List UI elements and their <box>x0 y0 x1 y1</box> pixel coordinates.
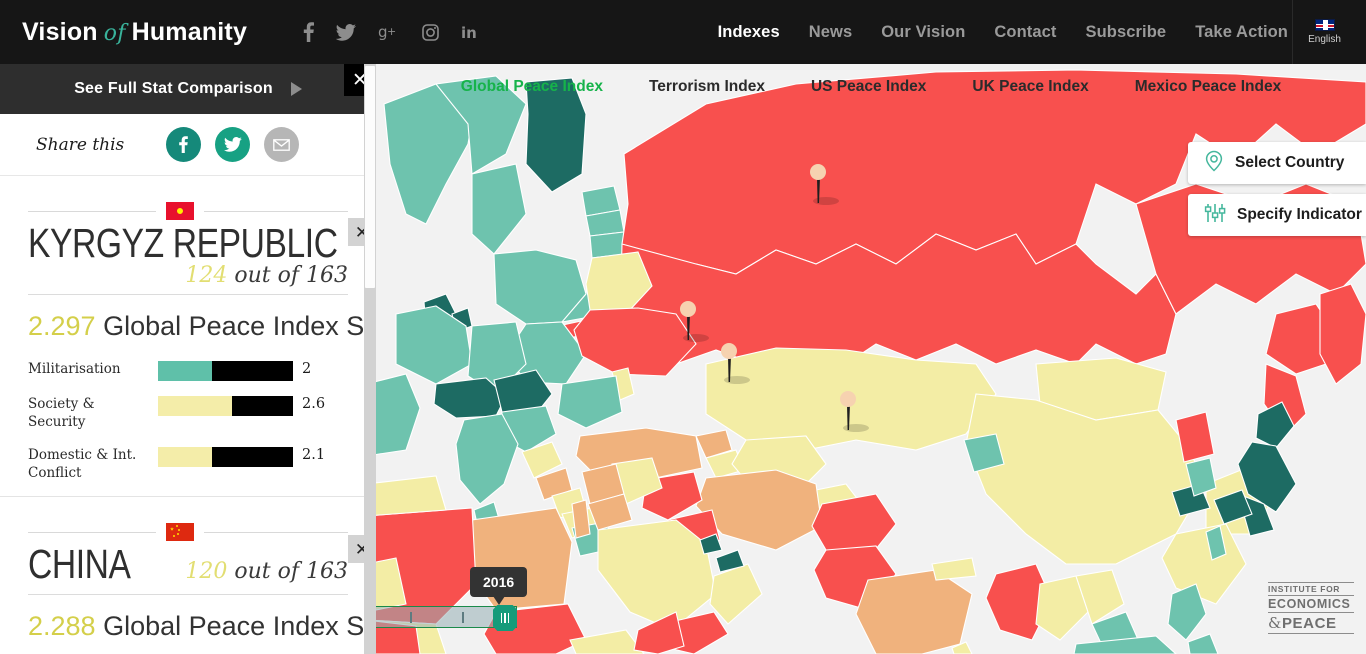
nav-contact[interactable]: Contact <box>994 23 1056 42</box>
country-score: 2.288 Global Peace Index Score <box>28 611 376 642</box>
country-card: ✕ CHINA 120 out of 163 2.288 Global Peac… <box>0 523 376 642</box>
panel-scrollbar[interactable] <box>364 64 376 654</box>
select-country-label: Select Country <box>1235 154 1345 171</box>
score-value: 2.297 <box>28 311 96 342</box>
main-menu: Indexes News Our Vision Contact Subscrib… <box>718 0 1288 64</box>
location-pin-icon <box>1204 150 1224 177</box>
divider-line <box>28 531 156 533</box>
select-country-button[interactable]: Select Country <box>1188 142 1366 184</box>
map-side-controls: Select Country Specify Indicator <box>1188 142 1366 246</box>
tab-uk-peace-index[interactable]: UK Peace Index <box>949 78 1111 96</box>
page-root: Global Peace Index Terrorism Index US Pe… <box>0 0 1366 654</box>
share-twitter-button[interactable] <box>215 127 250 162</box>
iep-amp: & <box>1268 614 1282 632</box>
share-email-button[interactable] <box>264 127 299 162</box>
metric-bar <box>158 361 293 382</box>
china-flag-icon <box>166 523 194 542</box>
metric-value: 2.6 <box>302 396 326 413</box>
share-label: Share this <box>36 134 125 155</box>
stat-comparison-bar[interactable]: See Full Stat Comparison ✕ <box>0 64 376 114</box>
googleplus-icon[interactable]: g + <box>378 24 400 40</box>
social-links: g + in <box>303 22 479 42</box>
kyrgyzstan-flag-icon <box>166 202 194 220</box>
timeline-tick <box>462 612 464 623</box>
rank-suffix: out of 163 <box>234 559 348 585</box>
score-value: 2.288 <box>28 611 96 642</box>
sliders-icon <box>1204 202 1226 229</box>
tab-mexico-peace-index[interactable]: Mexico Peace Index <box>1112 78 1304 96</box>
uk-flag-icon <box>1314 19 1335 31</box>
svg-text:+: + <box>387 25 396 38</box>
nav-subscribe[interactable]: Subscribe <box>1086 23 1167 42</box>
brand-of: of <box>103 20 126 46</box>
specify-indicator-button[interactable]: Specify Indicator <box>1188 194 1366 236</box>
country-score: 2.297 Global Peace Index Score <box>28 311 376 342</box>
timeline-handle[interactable] <box>493 605 517 631</box>
share-row: Share this <box>0 114 376 176</box>
iep-logo: INSTITUTE FOR ECONOMICS &PEACE <box>1268 582 1354 634</box>
flag-divider <box>28 523 348 542</box>
svg-text:in: in <box>461 24 477 41</box>
handle-grip <box>507 613 510 623</box>
play-arrow-icon <box>290 82 302 96</box>
nav-our-vision[interactable]: Our Vision <box>881 23 965 42</box>
specify-indicator-label: Specify Indicator <box>1237 206 1362 223</box>
instagram-icon[interactable] <box>422 23 439 41</box>
country-title-block: CHINA 120 out of 163 <box>28 541 348 596</box>
metric-bar <box>158 396 293 417</box>
flag-divider <box>28 202 348 220</box>
divider-line <box>204 210 348 212</box>
nav-indexes[interactable]: Indexes <box>718 23 780 42</box>
site-logo[interactable]: Vision of Humanity <box>22 18 247 47</box>
scrollbar-thumb[interactable] <box>365 66 375 288</box>
facebook-icon[interactable] <box>303 22 315 42</box>
metric-label: Militarisation <box>28 361 121 378</box>
country-name: KYRGYZ REPUBLIC <box>28 220 338 266</box>
metric-list: Militarisation 2 Society & Security 2.6 … <box>28 360 348 482</box>
share-facebook-button[interactable] <box>166 127 201 162</box>
stat-comparison-label: See Full Stat Comparison <box>74 80 273 97</box>
language-label: English <box>1308 34 1341 45</box>
country-name: CHINA <box>28 541 131 588</box>
metric-value: 2.1 <box>302 446 326 463</box>
country-rank: 120 out of 163 <box>185 559 348 584</box>
iep-logo-line1: INSTITUTE FOR <box>1268 582 1354 595</box>
metric-row: Militarisation 2 <box>28 360 348 382</box>
twitter-icon[interactable] <box>336 23 357 41</box>
metric-row: Society & Security 2.6 <box>28 395 348 431</box>
card-divider <box>0 496 376 498</box>
tab-global-peace-index[interactable]: Global Peace Index <box>438 78 626 96</box>
metric-label: Society & Security <box>28 396 95 431</box>
iep-peace: PEACE <box>1281 615 1337 632</box>
metric-bar <box>158 446 293 467</box>
nav-news[interactable]: News <box>809 23 853 42</box>
timeline-year-tooltip: 2016 <box>470 567 528 605</box>
handle-grip <box>500 613 503 623</box>
metric-value: 2 <box>302 361 312 378</box>
tab-us-peace-index[interactable]: US Peace Index <box>788 78 949 96</box>
linkedin-icon[interactable]: in <box>461 24 479 41</box>
top-navigation: Vision of Humanity g + in Indexes News O… <box>0 0 1366 64</box>
timeline-tick <box>410 612 412 623</box>
handle-grip <box>504 613 506 623</box>
nav-take-action[interactable]: Take Action <box>1195 23 1288 42</box>
country-card: ✕ KYRGYZ REPUBLIC 124 out of 163 2.297 G… <box>0 202 376 482</box>
divider-line <box>28 210 156 212</box>
brand-humanity: Humanity <box>131 17 248 46</box>
brand-vision: Vision <box>22 17 98 46</box>
iep-logo-line2: ECONOMICS <box>1268 595 1354 612</box>
score-label: Global Peace Index Score <box>103 611 376 642</box>
metric-label: Domestic & Int. Conflict <box>28 446 137 481</box>
country-title-block: KYRGYZ REPUBLIC 124 out of 163 <box>28 220 348 296</box>
language-switcher[interactable]: English <box>1292 0 1356 64</box>
tab-terrorism-index[interactable]: Terrorism Index <box>626 78 788 96</box>
iep-logo-line3: &PEACE <box>1268 612 1354 634</box>
country-detail-panel: See Full Stat Comparison ✕ Share this ✕ <box>0 64 376 654</box>
rank-number: 120 <box>185 559 228 585</box>
score-label: Global Peace Index Score <box>103 311 376 342</box>
divider-line <box>204 531 348 533</box>
metric-row: Domestic & Int. Conflict 2.1 <box>28 446 348 482</box>
